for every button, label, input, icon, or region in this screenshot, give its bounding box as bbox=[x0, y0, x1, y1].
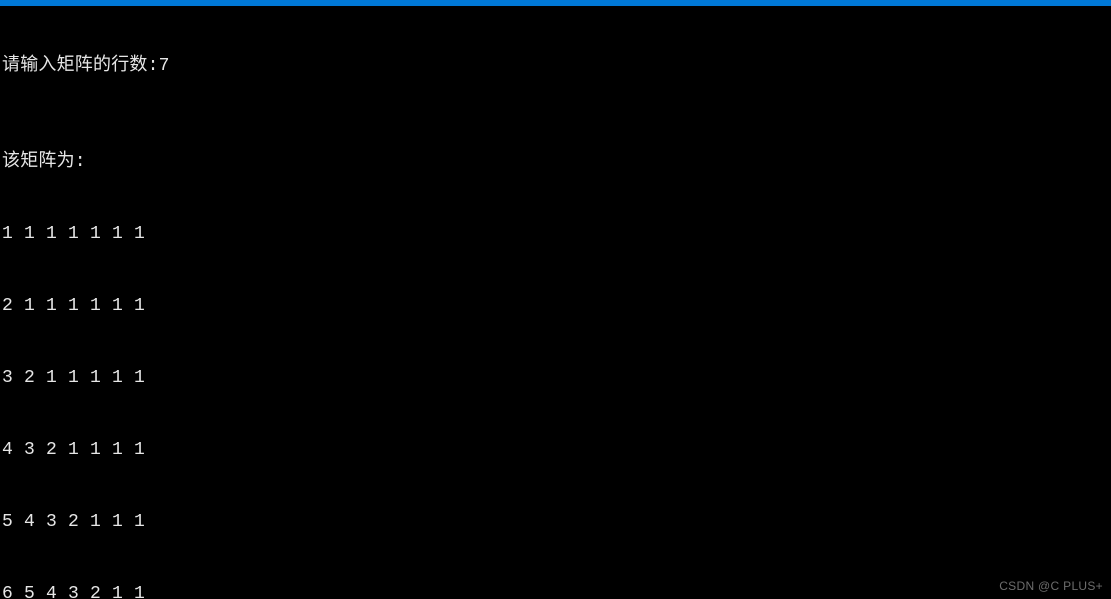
matrix1-row: 1 1 1 1 1 1 1 bbox=[2, 222, 1111, 246]
prompt-label: 请输入矩阵的行数: bbox=[2, 56, 159, 76]
matrix1-header: 该矩阵为: bbox=[2, 150, 1111, 174]
console-output[interactable]: 请输入矩阵的行数:7 该矩阵为: 1 1 1 1 1 1 1 2 1 1 1 1… bbox=[0, 6, 1111, 599]
console-window: 请输入矩阵的行数:7 该矩阵为: 1 1 1 1 1 1 1 2 1 1 1 1… bbox=[0, 0, 1111, 599]
prompt-value: 7 bbox=[159, 56, 170, 76]
prompt-line: 请输入矩阵的行数:7 bbox=[2, 54, 1111, 78]
matrix1-row: 4 3 2 1 1 1 1 bbox=[2, 438, 1111, 462]
matrix1-row: 5 4 3 2 1 1 1 bbox=[2, 510, 1111, 534]
matrix1-row: 3 2 1 1 1 1 1 bbox=[2, 366, 1111, 390]
matrix1-row: 2 1 1 1 1 1 1 bbox=[2, 294, 1111, 318]
matrix1-row: 6 5 4 3 2 1 1 bbox=[2, 582, 1111, 599]
